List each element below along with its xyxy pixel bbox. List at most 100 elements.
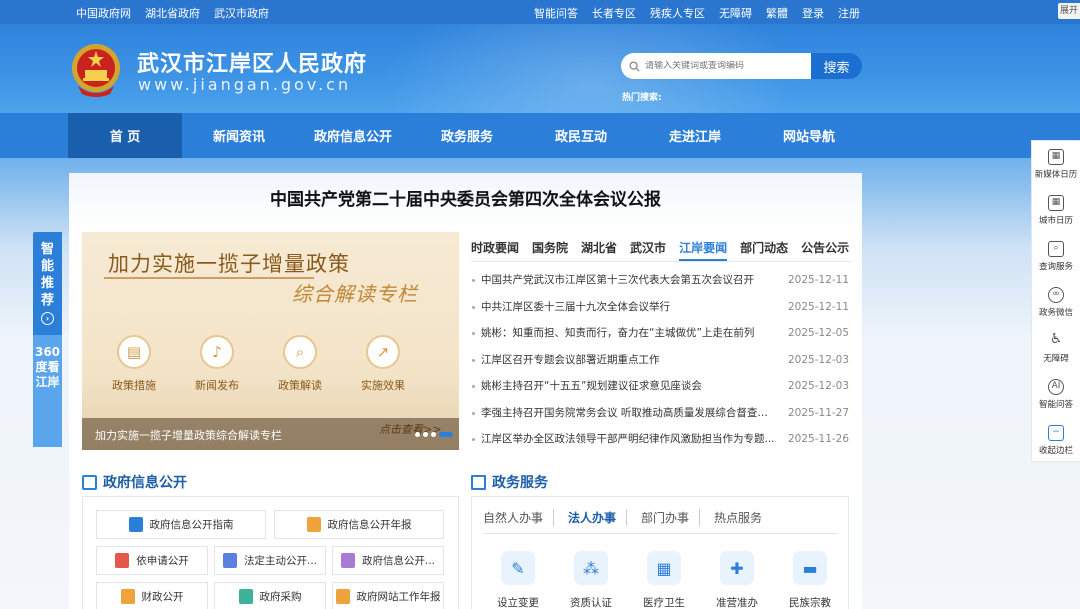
- nav-news[interactable]: 新闻资讯: [182, 113, 296, 158]
- chart-icon: ↗: [366, 335, 400, 369]
- link-accessibility[interactable]: 无障碍: [719, 5, 752, 21]
- network-icon: ⁂: [574, 551, 608, 585]
- tab-current-affairs[interactable]: 时政要闻: [471, 232, 519, 261]
- list-item[interactable]: 江岸区举办全区政法领导干部严明纪律作风激励担当作为专题... 2025-11-26: [471, 426, 851, 453]
- service-permit[interactable]: ✚ 准营准办: [715, 551, 759, 609]
- wheelchair-icon: ♿: [1049, 331, 1063, 347]
- tab-hot-services[interactable]: 热点服务: [699, 509, 772, 526]
- site-url: www.jiangan.gov.cn: [138, 75, 352, 94]
- report-icon: [335, 589, 350, 604]
- link-hubei-gov[interactable]: 湖北省政府: [145, 5, 200, 21]
- link-register[interactable]: 注册: [838, 5, 860, 21]
- news-panel: 时政要闻 国务院 湖北省 武汉市 江岸要闻 部门动态 公告公示 中国共产党武汉市…: [471, 232, 851, 452]
- tab-jiangan-news[interactable]: 江岸要闻: [679, 232, 728, 261]
- document-list-icon: [82, 474, 97, 490]
- national-emblem-icon: [72, 44, 120, 97]
- tab-department[interactable]: 部门动态: [740, 232, 788, 261]
- bus-icon: ▬: [793, 551, 827, 585]
- banner-item-interpretation[interactable]: ⌕ 政策解读: [276, 335, 324, 393]
- gov-info-heading[interactable]: 政府信息公开: [82, 472, 187, 492]
- tab-department-services[interactable]: 部门办事: [626, 509, 699, 526]
- search-button[interactable]: 搜索: [811, 53, 862, 79]
- policy-banner[interactable]: 加力实施一揽子增量政策 综合解读专栏 ▤ 政策措施 ♪ 新闻发布 ⌕ 政策解读 …: [82, 232, 459, 450]
- list-icon: [222, 553, 237, 568]
- service-establish-change[interactable]: ✎ 设立变更: [496, 551, 540, 609]
- form-icon: ✎: [501, 551, 535, 585]
- accessibility-button[interactable]: ♿ 无障碍: [1032, 325, 1080, 371]
- collapse-sidebar-button[interactable]: − 收起边栏: [1032, 417, 1080, 463]
- microphone-icon: ♪: [200, 335, 234, 369]
- monitor-icon: [471, 474, 486, 490]
- calendar-icon: [306, 517, 321, 532]
- link-elderly[interactable]: 长者专区: [592, 5, 636, 21]
- finance-disclosure-button[interactable]: 财政公开: [96, 582, 208, 609]
- gov-info-more-button[interactable]: 政府信息公开...: [332, 546, 444, 575]
- banner-item-results[interactable]: ↗ 实施效果: [359, 335, 407, 393]
- service-ethnic-religion[interactable]: ▬ 民族宗教: [788, 551, 832, 609]
- jiangan-360-button[interactable]: 360度看江岸: [33, 335, 62, 447]
- apply-disclosure-button[interactable]: 依申请公开: [96, 546, 208, 575]
- gov-info-box: 政府信息公开指南 政府信息公开年报 依申请公开 法定主动公开... 政府信息公开…: [82, 496, 459, 609]
- link-disabled[interactable]: 残疾人专区: [650, 5, 705, 21]
- carousel-dots[interactable]: [415, 432, 453, 437]
- nav-gov-info[interactable]: 政府信息公开: [296, 113, 410, 158]
- tab-hubei[interactable]: 湖北省: [581, 232, 617, 261]
- search-doc-icon: ⌕: [1048, 241, 1064, 257]
- banner-item-press[interactable]: ♪ 新闻发布: [193, 335, 241, 393]
- calendar-icon: ▦: [1048, 195, 1064, 211]
- tab-wuhan[interactable]: 武汉市: [630, 232, 666, 261]
- book-icon: ▤: [117, 335, 151, 369]
- search-icon: [629, 60, 640, 72]
- smart-qa-button[interactable]: AI 智能问答: [1032, 371, 1080, 417]
- service-qualification[interactable]: ⁂ 资质认证: [569, 551, 613, 609]
- chevron-right-icon: ›: [41, 312, 54, 325]
- list-item[interactable]: 中国共产党武汉市江岸区第十三次代表大会第五次会议召开 2025-12-11: [471, 267, 851, 294]
- headline-link[interactable]: 中国共产党第二十届中央委员会第四次全体会议公报: [69, 185, 862, 210]
- city-calendar-button[interactable]: ▦ 城市日历: [1032, 187, 1080, 233]
- right-float-sidebar: ▦ 新媒体日历 ▦ 城市日历 ⌕ 查询服务 ∞ 政务微信 ♿ 无障碍 AI 智能…: [1031, 140, 1080, 462]
- tab-legal-entity[interactable]: 法人办事: [553, 509, 626, 526]
- gov-info-annual-report-button[interactable]: 政府信息公开年报: [274, 510, 444, 539]
- link-wuhan-gov[interactable]: 武汉市政府: [214, 5, 269, 21]
- list-item[interactable]: 姚彬主持召开“十五五”规划建议征求意见座谈会 2025-12-03: [471, 373, 851, 400]
- banner-subtitle: 综合解读专栏: [292, 282, 418, 306]
- new-media-calendar-button[interactable]: ▦ 新媒体日历: [1032, 141, 1080, 187]
- website-report-button[interactable]: 政府网站工作年报: [332, 582, 444, 609]
- nav-interaction[interactable]: 政民互动: [524, 113, 638, 158]
- smart-recommend-button[interactable]: 智能推荐 ›: [33, 232, 62, 335]
- tab-announcements[interactable]: 公告公示: [801, 232, 849, 261]
- tab-individual[interactable]: 自然人办事: [483, 509, 553, 526]
- nav-home[interactable]: 首 页: [68, 113, 182, 158]
- gov-info-guide-button[interactable]: 政府信息公开指南: [96, 510, 266, 539]
- search-box: [621, 53, 811, 79]
- banner-item-measures[interactable]: ▤ 政策措施: [110, 335, 158, 393]
- search-input[interactable]: [645, 61, 795, 71]
- expand-toggle[interactable]: 展开: [1058, 3, 1080, 19]
- query-service-button[interactable]: ⌕ 查询服务: [1032, 233, 1080, 279]
- nav-sitemap[interactable]: 网站导航: [752, 113, 866, 158]
- list-item[interactable]: 李强主持召开国务院常务会议 听取推动高质量发展综合督查情... 2025-11-2…: [471, 400, 851, 427]
- nav-services[interactable]: 政务服务: [410, 113, 524, 158]
- services-heading[interactable]: 政务服务: [471, 472, 548, 492]
- wechat-button[interactable]: ∞ 政务微信: [1032, 279, 1080, 325]
- link-smart-qa[interactable]: 智能问答: [534, 5, 578, 21]
- ai-icon: AI: [1048, 379, 1064, 395]
- list-item[interactable]: 江岸区召开专题会议部署近期重点工作 2025-12-03: [471, 347, 851, 374]
- list-item[interactable]: 姚彬：知重而担、知责而行，奋力在“主城做优”上走在前列 2025-12-05: [471, 320, 851, 347]
- service-medical[interactable]: ▦ 医疗卫生: [642, 551, 686, 609]
- banner-title: 加力实施一揽子增量政策: [108, 252, 350, 276]
- procurement-button[interactable]: 政府采购: [214, 582, 326, 609]
- link-china-gov[interactable]: 中国政府网: [76, 5, 131, 21]
- services-tabs: 自然人办事 法人办事 部门办事 热点服务: [483, 509, 772, 526]
- list-item[interactable]: 中共江岸区委十三届十九次全体会议举行 2025-12-11: [471, 294, 851, 321]
- main-content: 中国共产党第二十届中央委员会第四次全体会议公报 加力实施一揽子增量政策 综合解读…: [69, 173, 862, 609]
- main-nav: 首 页 新闻资讯 政府信息公开 政务服务 政民互动 走进江岸 网站导航: [0, 113, 1080, 158]
- clipboard-icon: ▦: [647, 551, 681, 585]
- top-links-left: 中国政府网 湖北省政府 武汉市政府: [76, 5, 269, 21]
- link-traditional[interactable]: 繁體: [766, 5, 788, 21]
- link-login[interactable]: 登录: [802, 5, 824, 21]
- statutory-disclosure-button[interactable]: 法定主动公开...: [214, 546, 326, 575]
- edit-icon: [115, 553, 130, 568]
- nav-about[interactable]: 走进江岸: [638, 113, 752, 158]
- tab-state-council[interactable]: 国务院: [532, 232, 568, 261]
